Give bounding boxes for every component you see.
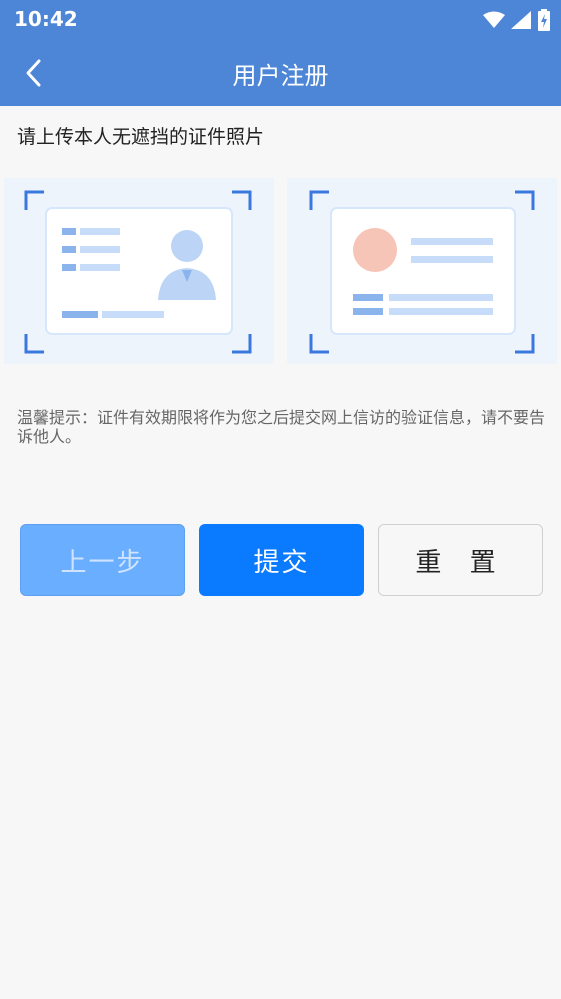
nav-bar: 用户注册 — [0, 40, 561, 106]
prev-step-button[interactable]: 上一步 — [20, 524, 185, 596]
id-card-back-icon — [309, 190, 535, 354]
main-content: 请上传本人无遮挡的证件照片 温馨提示：证件有效期限将作为您之后提交网上信访的验证… — [0, 106, 561, 999]
upload-instruction: 请上传本人无遮挡的证件照片 — [17, 126, 265, 148]
id-card-front-icon — [24, 190, 252, 354]
status-bar: 10:42 — [0, 0, 561, 40]
wifi-icon — [483, 11, 505, 28]
submit-button[interactable]: 提交 — [199, 524, 364, 596]
warm-tip: 温馨提示：证件有效期限将作为您之后提交网上信访的验证信息，请不要告诉他人。 — [17, 408, 546, 446]
signal-icon — [511, 11, 531, 29]
reset-button[interactable]: 重 置 — [378, 524, 543, 596]
id-card-front-upload[interactable] — [4, 178, 274, 364]
page-title: 用户注册 — [232, 62, 329, 90]
status-icons — [483, 6, 551, 34]
battery-icon — [538, 9, 550, 31]
id-card-back-upload[interactable] — [287, 178, 557, 364]
status-time: 10:42 — [14, 7, 78, 31]
